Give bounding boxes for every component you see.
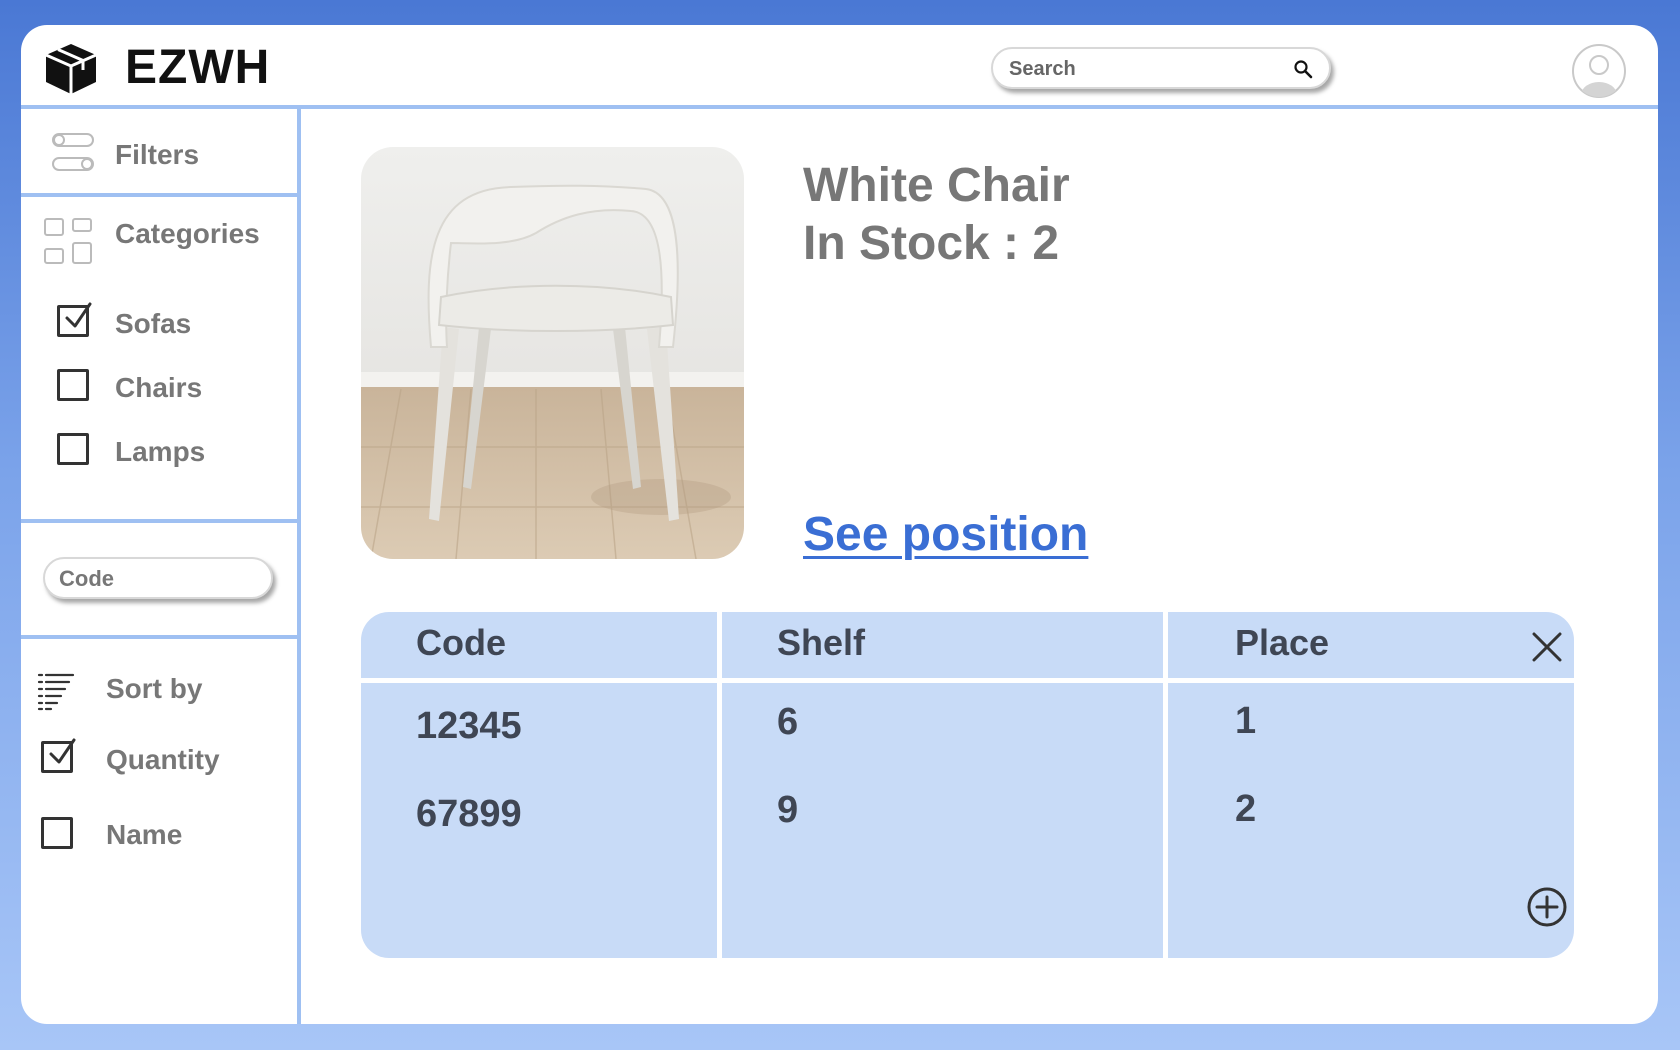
sort-name-checkbox[interactable] xyxy=(41,817,73,849)
close-icon[interactable] xyxy=(1529,629,1565,665)
product-stock: In Stock : 2 xyxy=(803,217,1060,270)
category-chairs-checkbox[interactable] xyxy=(57,369,89,401)
category-sofas-label[interactable]: Sofas xyxy=(115,307,191,341)
row-shelf: 6 xyxy=(777,701,799,743)
product-image xyxy=(361,147,744,559)
row-code: 67899 xyxy=(416,793,522,835)
search-input[interactable] xyxy=(1009,56,1289,82)
categories-section: Categories Sofas Chairs Lamps xyxy=(21,197,297,523)
row-place: 1 xyxy=(1235,700,1257,742)
code-section xyxy=(21,523,297,639)
row-code: 12345 xyxy=(416,705,522,747)
see-position-link[interactable]: See position xyxy=(803,507,1088,563)
checkmark-icon xyxy=(49,738,76,764)
top-bar: EZWH xyxy=(21,25,1658,109)
row-place: 2 xyxy=(1235,788,1257,830)
product-title: White Chair In Stock : 2 xyxy=(803,157,1070,273)
category-chairs-label[interactable]: Chairs xyxy=(115,371,202,405)
categories-grid-icon xyxy=(44,218,92,264)
brand-name: EZWH xyxy=(125,41,271,94)
sort-section: Sort by Quantity Name xyxy=(21,639,297,1024)
sort-by-label: Sort by xyxy=(106,673,203,704)
add-circle-icon[interactable] xyxy=(1525,885,1569,929)
checkmark-icon xyxy=(65,302,92,328)
header-divider xyxy=(361,678,1574,683)
category-lamps-label[interactable]: Lamps xyxy=(115,435,205,469)
user-avatar-icon[interactable] xyxy=(1571,43,1627,99)
code-filter-box[interactable] xyxy=(43,557,273,599)
filter-sidebar: Filters Categories Sofas Chairs Lamps Co… xyxy=(21,109,301,1024)
search-box[interactable] xyxy=(991,47,1331,89)
filters-toggle-icon xyxy=(52,133,94,171)
category-lamps-checkbox[interactable] xyxy=(57,433,89,465)
app-window: EZWH Filters xyxy=(21,25,1658,1024)
categories-label: Categories xyxy=(115,218,260,249)
filters-section: Filters xyxy=(21,109,297,197)
filters-label[interactable]: Filters xyxy=(115,138,199,172)
column-header-code: Code xyxy=(416,622,506,663)
column-header-place: Place xyxy=(1235,622,1330,663)
column-divider xyxy=(717,612,722,958)
sort-name-label[interactable]: Name xyxy=(106,818,182,852)
column-header-shelf: Shelf xyxy=(777,622,866,663)
chair-image xyxy=(361,147,744,559)
sort-quantity-label[interactable]: Quantity xyxy=(106,743,220,777)
code-filter-input[interactable] xyxy=(59,567,259,591)
sort-quantity-checkbox[interactable] xyxy=(41,738,76,773)
box-logo-icon xyxy=(45,44,97,94)
row-shelf: 9 xyxy=(777,789,799,831)
product-name: White Chair xyxy=(803,159,1070,212)
column-divider xyxy=(1163,612,1168,958)
search-icon[interactable] xyxy=(1293,59,1313,79)
positions-table: Code Shelf Place 12345 6 1 67899 9 2 xyxy=(361,612,1574,958)
category-sofas-checkbox[interactable] xyxy=(57,302,92,337)
sort-list-icon xyxy=(37,673,75,711)
